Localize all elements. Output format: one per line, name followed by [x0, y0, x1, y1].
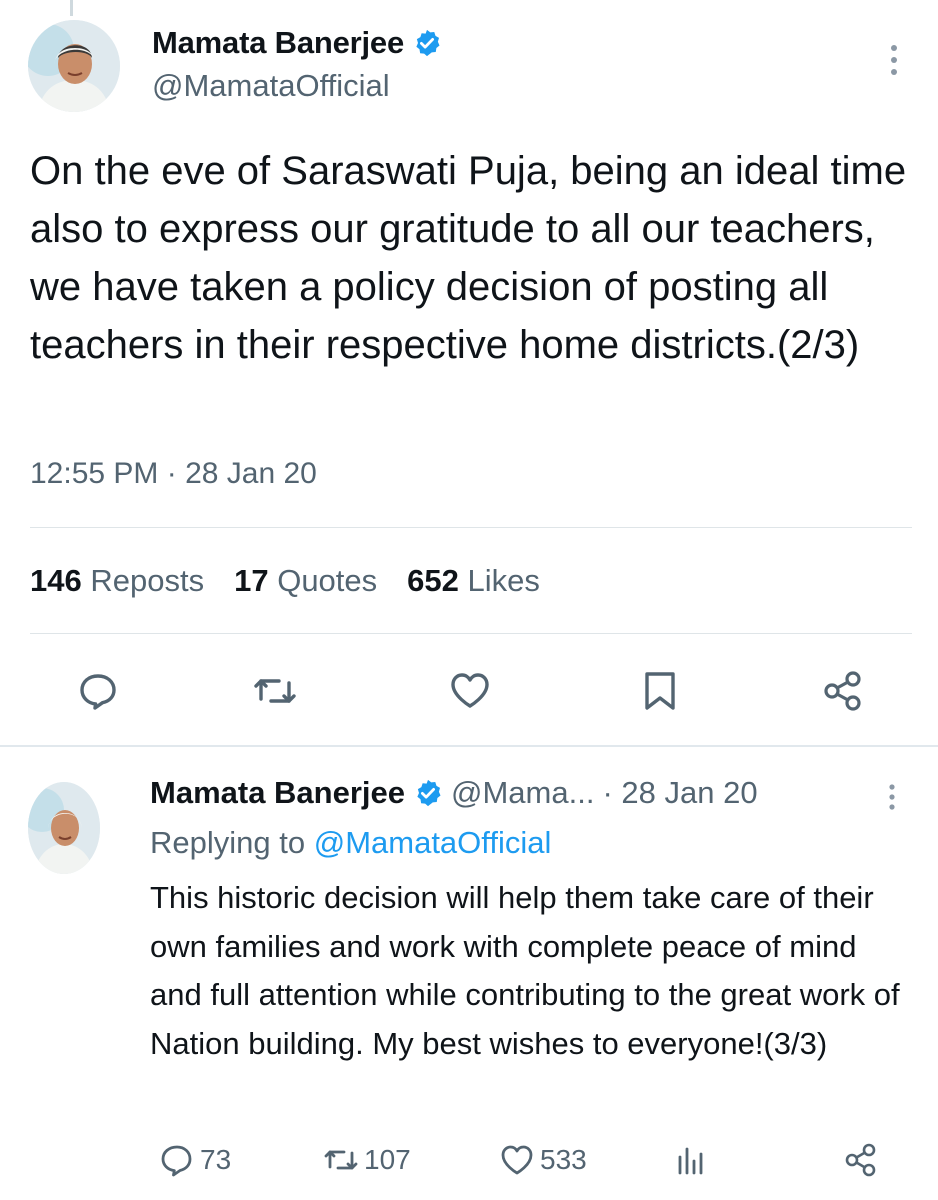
main-tweet: Mamata Banerjee @MamataOfficial On the e… [0, 0, 938, 745]
analytics-icon [678, 1147, 703, 1175]
share-icon [845, 1143, 876, 1177]
avatar-image [28, 20, 120, 112]
avatar-image [28, 782, 100, 874]
repost-icon[interactable] [252, 668, 298, 714]
replying-to-mention[interactable]: @MamataOfficial [314, 825, 552, 860]
reply-avatar[interactable] [28, 782, 100, 874]
repost-count: 107 [364, 1144, 411, 1175]
author-name[interactable]: Mamata Banerjee [152, 25, 404, 61]
reply-icon[interactable] [75, 668, 121, 714]
tweet-text: On the eve of Saraswati Puja, being an i… [30, 149, 907, 367]
likes-stat[interactable]: 652 Likes [407, 563, 540, 599]
engagement-stats: 146 Reposts 17 Quotes 652 Likes [30, 563, 540, 599]
reply-icon [161, 1145, 192, 1177]
divider [30, 633, 912, 634]
share-icon[interactable] [820, 668, 866, 714]
views-button[interactable] [672, 1140, 710, 1180]
reply-text: This historic decision will help them ta… [150, 880, 900, 1061]
like-button[interactable]: 533 [498, 1140, 587, 1180]
divider [30, 527, 912, 528]
verified-badge-icon [413, 778, 443, 808]
tweet-timestamp[interactable]: 12:55 PM · 28 Jan 20 [30, 457, 317, 491]
reposts-stat[interactable]: 146 Reposts [30, 563, 204, 599]
author-handle[interactable]: @MamataOfficial [152, 68, 390, 104]
reply-header: Mamata Banerjee @Mama... · 28 Jan 20 [150, 775, 758, 811]
avatar[interactable] [28, 20, 120, 112]
bookmark-icon[interactable] [637, 668, 683, 714]
replying-to-label: Replying to [150, 825, 306, 860]
more-options-icon[interactable] [884, 40, 904, 80]
verified-badge-icon [412, 28, 442, 58]
replying-to-line: Replying to @MamataOfficial [150, 825, 551, 861]
more-options-icon[interactable] [882, 780, 902, 814]
reply-button[interactable]: 73 [158, 1140, 231, 1180]
reply-date[interactable]: · 28 Jan 20 [602, 775, 757, 811]
reply-author-name[interactable]: Mamata Banerjee [150, 775, 405, 811]
like-icon [501, 1145, 533, 1175]
section-separator [0, 745, 938, 747]
reply-author-handle[interactable]: @Mama... [451, 775, 594, 811]
reply-count: 73 [200, 1144, 232, 1175]
share-button[interactable] [842, 1140, 880, 1180]
like-count: 533 [540, 1144, 587, 1175]
author-name-row[interactable]: Mamata Banerjee [152, 25, 442, 61]
like-icon[interactable] [447, 668, 493, 714]
repost-icon [324, 1150, 358, 1170]
quotes-stat[interactable]: 17 Quotes [234, 563, 377, 599]
repost-button[interactable]: 107 [322, 1140, 411, 1180]
